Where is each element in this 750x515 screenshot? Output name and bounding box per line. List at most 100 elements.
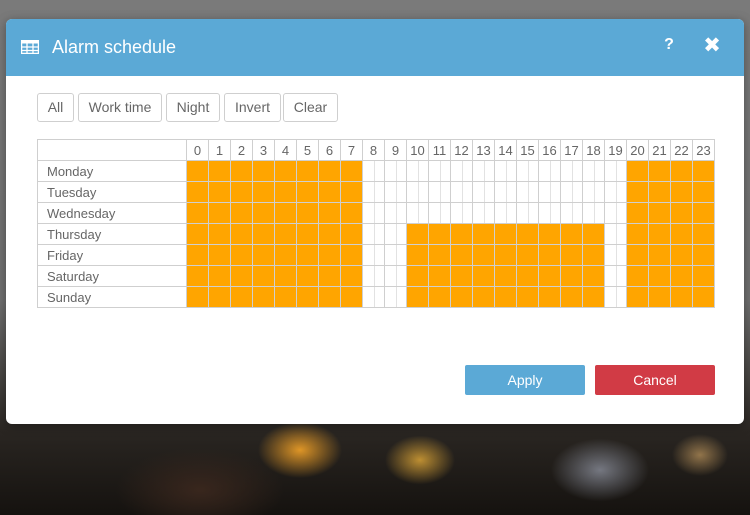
half-hour-slot[interactable] xyxy=(616,182,627,202)
schedule-cell[interactable] xyxy=(186,181,209,203)
hour-header[interactable]: 6 xyxy=(318,139,341,161)
half-hour-slot[interactable] xyxy=(396,287,407,307)
schedule-cell[interactable] xyxy=(450,244,473,266)
schedule-cell[interactable] xyxy=(340,223,363,245)
half-hour-slot[interactable] xyxy=(263,203,274,223)
half-hour-slot[interactable] xyxy=(659,287,670,307)
schedule-cell[interactable] xyxy=(538,181,561,203)
half-hour-slot[interactable] xyxy=(703,245,714,265)
half-hour-slot[interactable] xyxy=(637,224,648,244)
half-hour-slot[interactable] xyxy=(616,224,627,244)
half-hour-slot[interactable] xyxy=(440,161,451,181)
half-hour-slot[interactable] xyxy=(527,245,538,265)
half-hour-slot[interactable] xyxy=(307,245,318,265)
half-hour-slot[interactable] xyxy=(241,224,252,244)
schedule-cell[interactable] xyxy=(384,181,407,203)
half-hour-slot[interactable] xyxy=(219,287,230,307)
schedule-cell[interactable] xyxy=(582,202,605,224)
schedule-cell[interactable] xyxy=(274,244,297,266)
half-hour-slot[interactable] xyxy=(307,203,318,223)
half-hour-slot[interactable] xyxy=(484,182,495,202)
half-hour-slot[interactable] xyxy=(351,203,362,223)
hour-header[interactable]: 21 xyxy=(648,139,671,161)
half-hour-slot[interactable] xyxy=(351,287,362,307)
half-hour-slot[interactable] xyxy=(484,203,495,223)
schedule-cell[interactable] xyxy=(472,160,495,182)
half-hour-slot[interactable] xyxy=(659,266,670,286)
hour-header[interactable]: 11 xyxy=(428,139,451,161)
schedule-cell[interactable] xyxy=(296,286,319,308)
schedule-cell[interactable] xyxy=(362,160,385,182)
schedule-cell[interactable] xyxy=(208,286,231,308)
half-hour-slot[interactable] xyxy=(506,203,517,223)
half-hour-slot[interactable] xyxy=(418,161,429,181)
half-hour-slot[interactable] xyxy=(197,161,208,181)
half-hour-slot[interactable] xyxy=(659,224,670,244)
schedule-cell[interactable] xyxy=(406,223,429,245)
schedule-cell[interactable] xyxy=(340,181,363,203)
schedule-cell[interactable] xyxy=(648,202,671,224)
hour-header[interactable]: 4 xyxy=(274,139,297,161)
half-hour-slot[interactable] xyxy=(307,182,318,202)
hour-header[interactable]: 19 xyxy=(604,139,627,161)
schedule-cell[interactable] xyxy=(604,265,627,287)
schedule-cell[interactable] xyxy=(230,286,253,308)
schedule-cell[interactable] xyxy=(384,244,407,266)
half-hour-slot[interactable] xyxy=(263,287,274,307)
schedule-cell[interactable] xyxy=(230,202,253,224)
schedule-cell[interactable] xyxy=(296,265,319,287)
schedule-cell[interactable] xyxy=(208,202,231,224)
schedule-cell[interactable] xyxy=(494,265,517,287)
schedule-cell[interactable] xyxy=(494,286,517,308)
half-hour-slot[interactable] xyxy=(329,203,340,223)
schedule-cell[interactable] xyxy=(252,160,275,182)
schedule-cell[interactable] xyxy=(626,286,649,308)
schedule-cell[interactable] xyxy=(406,202,429,224)
schedule-cell[interactable] xyxy=(340,265,363,287)
schedule-cell[interactable] xyxy=(230,160,253,182)
half-hour-slot[interactable] xyxy=(417,245,428,265)
half-hour-slot[interactable] xyxy=(703,224,714,244)
half-hour-slot[interactable] xyxy=(351,245,362,265)
schedule-cell[interactable] xyxy=(670,286,693,308)
half-hour-slot[interactable] xyxy=(329,224,340,244)
hour-header[interactable]: 8 xyxy=(362,139,385,161)
half-hour-slot[interactable] xyxy=(616,287,627,307)
schedule-cell[interactable] xyxy=(428,223,451,245)
schedule-cell[interactable] xyxy=(186,286,209,308)
half-hour-slot[interactable] xyxy=(197,203,208,223)
half-hour-slot[interactable] xyxy=(483,266,494,286)
half-hour-slot[interactable] xyxy=(307,266,318,286)
schedule-cell[interactable] xyxy=(560,181,583,203)
apply-button[interactable]: Apply xyxy=(465,365,585,395)
half-hour-slot[interactable] xyxy=(681,224,692,244)
half-hour-slot[interactable] xyxy=(549,266,560,286)
half-hour-slot[interactable] xyxy=(505,287,516,307)
preset-clear-button[interactable]: Clear xyxy=(283,93,338,122)
half-hour-slot[interactable] xyxy=(351,266,362,286)
half-hour-slot[interactable] xyxy=(263,266,274,286)
half-hour-slot[interactable] xyxy=(571,224,582,244)
half-hour-slot[interactable] xyxy=(263,245,274,265)
schedule-cell[interactable] xyxy=(560,160,583,182)
half-hour-slot[interactable] xyxy=(572,161,583,181)
day-label[interactable]: Sunday xyxy=(37,286,187,308)
half-hour-slot[interactable] xyxy=(593,287,604,307)
schedule-cell[interactable] xyxy=(362,265,385,287)
half-hour-slot[interactable] xyxy=(197,182,208,202)
half-hour-slot[interactable] xyxy=(329,287,340,307)
schedule-cell[interactable] xyxy=(318,202,341,224)
schedule-cell[interactable] xyxy=(494,244,517,266)
schedule-cell[interactable] xyxy=(670,223,693,245)
schedule-cell[interactable] xyxy=(384,286,407,308)
half-hour-slot[interactable] xyxy=(571,266,582,286)
half-hour-slot[interactable] xyxy=(263,224,274,244)
half-hour-slot[interactable] xyxy=(307,224,318,244)
half-hour-slot[interactable] xyxy=(637,287,648,307)
half-hour-slot[interactable] xyxy=(527,287,538,307)
schedule-cell[interactable] xyxy=(648,160,671,182)
schedule-cell[interactable] xyxy=(384,202,407,224)
half-hour-slot[interactable] xyxy=(483,224,494,244)
hour-header[interactable]: 1 xyxy=(208,139,231,161)
schedule-cell[interactable] xyxy=(560,244,583,266)
